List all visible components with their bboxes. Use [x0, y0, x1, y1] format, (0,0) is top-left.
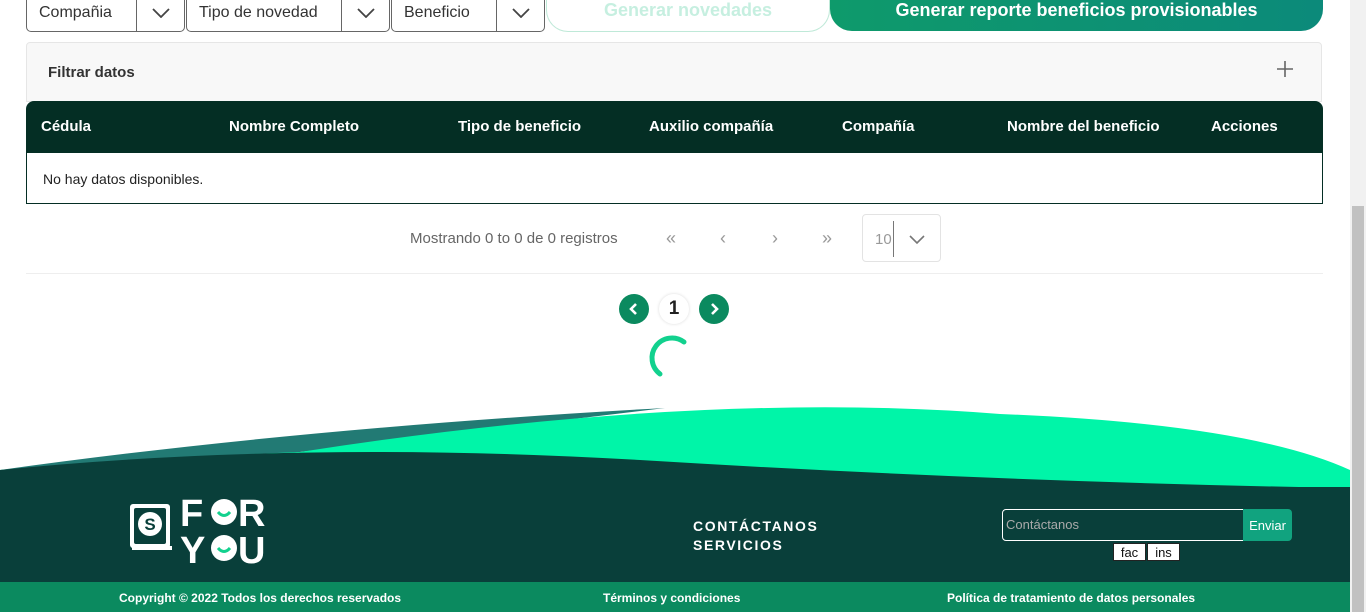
previous-page-button[interactable]: ‹: [712, 228, 734, 249]
company-select[interactable]: Compañia: [26, 0, 185, 32]
svg-text:S: S: [144, 515, 155, 534]
generate-report-button[interactable]: Generar reporte beneficios provisionable…: [830, 0, 1323, 31]
chevron-down-icon: [341, 0, 389, 31]
column-header-actions: Acciones: [1211, 118, 1278, 135]
rows-per-page-select[interactable]: 10: [862, 214, 941, 262]
chevron-down-icon: [496, 0, 544, 31]
next-page-circle-button[interactable]: [699, 294, 729, 324]
table-header: Cédula Nombre Completo Tipo de beneficio…: [26, 101, 1323, 153]
loading-spinner-icon: [646, 334, 692, 380]
table-body: No hay datos disponibles.: [26, 152, 1323, 204]
prev-page-circle-button[interactable]: [619, 294, 649, 324]
filter-panel-title: Filtrar datos: [48, 64, 135, 81]
foryou-logo: S F R Y U: [130, 493, 265, 566]
next-page-button[interactable]: ›: [764, 228, 786, 249]
chevron-down-icon: [136, 0, 184, 31]
filter-panel[interactable]: Filtrar datos: [26, 42, 1322, 102]
privacy-policy-link[interactable]: Política de tratamiento de datos persona…: [947, 591, 1195, 605]
footer-link-contact[interactable]: CONTÁCTANOS: [693, 517, 818, 536]
column-header-cedula[interactable]: Cédula: [41, 118, 91, 135]
rows-per-page-value: 10: [875, 231, 892, 248]
current-page-indicator[interactable]: 1: [659, 294, 689, 324]
svg-text:F: F: [180, 493, 203, 535]
column-header-company[interactable]: Compañía: [842, 118, 915, 135]
first-page-button[interactable]: «: [660, 228, 682, 249]
column-header-benefit-type[interactable]: Tipo de beneficio: [458, 118, 581, 135]
empty-table-message: No hay datos disponibles.: [43, 171, 204, 187]
svg-text:Y: Y: [180, 530, 205, 566]
send-button[interactable]: Enviar: [1243, 509, 1292, 541]
chevron-down-icon: [907, 229, 927, 249]
column-header-company-aid[interactable]: Auxilio compañía: [649, 118, 773, 135]
scrollbar-thumb[interactable]: [1352, 206, 1364, 612]
copyright-text: Copyright © 2022 Todos los derechos rese…: [119, 591, 402, 605]
novelty-type-select[interactable]: Tipo de novedad: [186, 0, 390, 32]
last-page-button[interactable]: »: [816, 228, 838, 249]
facebook-link[interactable]: fac: [1113, 543, 1146, 561]
footer-bottom-bar: Copyright © 2022 Todos los derechos rese…: [0, 582, 1350, 612]
column-header-benefit-name[interactable]: Nombre del beneficio: [1007, 118, 1160, 135]
footer-links: CONTÁCTANOS SERVICIOS: [693, 517, 818, 555]
instagram-link[interactable]: ins: [1147, 543, 1180, 561]
terms-link[interactable]: Términos y condiciones: [603, 591, 740, 605]
svg-text:U: U: [238, 530, 265, 566]
text-cursor: [893, 221, 894, 257]
chevron-left-icon: [629, 303, 637, 315]
contact-input[interactable]: Contáctanos: [1002, 509, 1244, 541]
generate-novelties-button[interactable]: Generar novedades: [546, 0, 830, 32]
svg-text:R: R: [238, 493, 265, 535]
novelty-type-select-label: Tipo de novedad: [199, 3, 318, 21]
benefit-select-label: Beneficio: [404, 3, 470, 21]
pagination-info: Mostrando 0 to 0 de 0 registros: [410, 230, 618, 247]
footer-link-services[interactable]: SERVICIOS: [693, 536, 818, 555]
column-header-full-name[interactable]: Nombre Completo: [229, 118, 359, 135]
footer-wave-decoration: [0, 407, 1350, 500]
section-divider: [26, 273, 1323, 274]
chevron-right-icon: [711, 303, 719, 315]
plus-icon[interactable]: [1275, 59, 1295, 79]
benefit-select[interactable]: Beneficio: [391, 0, 545, 32]
company-select-label: Compañia: [39, 3, 112, 21]
